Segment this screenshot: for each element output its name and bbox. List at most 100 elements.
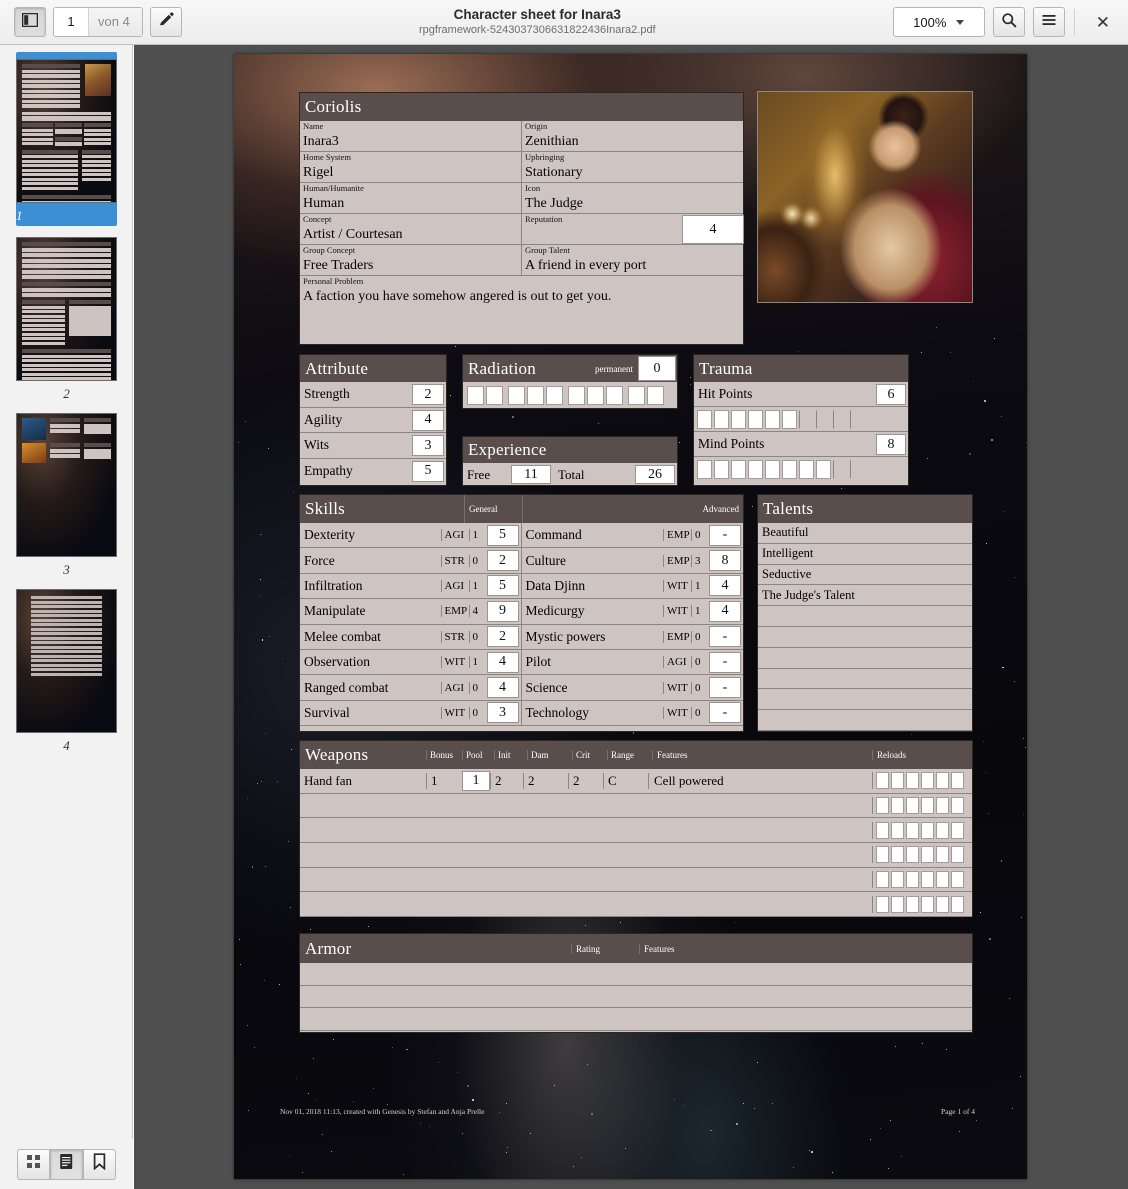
weapon-pool[interactable] (462, 820, 490, 840)
weapon-crit[interactable]: 2 (568, 773, 603, 789)
skill-pool[interactable]: - (709, 525, 741, 546)
reload-checkbox[interactable] (906, 871, 919, 888)
thumbnail-page-1[interactable]: 1 (0, 52, 132, 226)
radiation-track[interactable] (463, 382, 677, 405)
field-value[interactable]: Human (300, 194, 521, 213)
field-value[interactable]: A friend in every port (522, 256, 743, 275)
reload-checkbox[interactable] (906, 846, 919, 863)
weapon-dam[interactable]: 2 (523, 773, 568, 789)
hit-point-checkbox[interactable] (731, 410, 746, 429)
skill-pool[interactable]: 4 (487, 677, 519, 698)
weapon-reloads[interactable] (872, 772, 972, 789)
radiation-checkbox[interactable] (606, 386, 623, 405)
field-value[interactable]: Rigel (300, 163, 521, 182)
radiation-checkbox[interactable] (647, 386, 664, 405)
talent-row[interactable] (758, 627, 972, 648)
reload-checkbox[interactable] (921, 896, 934, 913)
mind-point-checkbox[interactable] (833, 460, 848, 479)
skill-pool[interactable]: 5 (487, 575, 519, 596)
thumbnail-page-2[interactable]: 2 (0, 237, 132, 402)
radiation-checkbox[interactable] (568, 386, 585, 405)
skill-pool[interactable]: - (709, 626, 741, 647)
armor-row[interactable] (300, 1008, 972, 1031)
mind-points-track[interactable] (694, 457, 908, 482)
reload-checkbox[interactable] (876, 896, 889, 913)
skill-pool[interactable]: 4 (709, 575, 741, 596)
talent-row[interactable]: Seductive (758, 565, 972, 586)
reload-checkbox[interactable] (891, 871, 904, 888)
reload-checkbox[interactable] (906, 797, 919, 814)
zoom-select[interactable]: 100% (893, 7, 985, 37)
mind-point-checkbox[interactable] (748, 460, 763, 479)
skill-pool[interactable]: - (709, 677, 741, 698)
mind-points-value[interactable]: 8 (876, 434, 906, 455)
field-value[interactable]: Stationary (522, 163, 743, 182)
attribute-value[interactable]: 5 (412, 461, 444, 482)
reload-checkbox[interactable] (906, 896, 919, 913)
talent-row[interactable]: Beautiful (758, 523, 972, 544)
reload-checkbox[interactable] (921, 797, 934, 814)
reload-checkbox[interactable] (876, 871, 889, 888)
hit-point-checkbox[interactable] (850, 410, 865, 429)
armor-rows[interactable] (300, 963, 972, 1031)
hit-point-checkbox[interactable] (714, 410, 729, 429)
mind-point-checkbox[interactable] (850, 460, 865, 479)
weapon-pool[interactable] (462, 845, 490, 865)
weapon-range[interactable]: C (603, 773, 648, 789)
radiation-checkbox[interactable] (587, 386, 604, 405)
hit-points-track[interactable] (694, 407, 908, 432)
radiation-checkbox[interactable] (467, 386, 484, 405)
hit-point-checkbox[interactable] (782, 410, 797, 429)
talent-row[interactable]: Intelligent (758, 544, 972, 565)
reload-checkbox[interactable] (891, 896, 904, 913)
skill-pool[interactable]: 8 (709, 550, 741, 571)
reload-checkbox[interactable] (891, 797, 904, 814)
radiation-checkbox[interactable] (546, 386, 563, 405)
weapon-name[interactable]: Hand fan (300, 773, 426, 789)
weapon-reloads[interactable] (872, 871, 972, 888)
field-value[interactable]: Free Traders (300, 256, 521, 275)
armor-row[interactable] (300, 986, 972, 1009)
talent-row[interactable] (758, 669, 972, 690)
mind-point-checkbox[interactable] (731, 460, 746, 479)
hit-point-checkbox[interactable] (765, 410, 780, 429)
reload-checkbox[interactable] (951, 797, 964, 814)
reload-checkbox[interactable] (951, 822, 964, 839)
thumbnails-view-button[interactable] (17, 1149, 50, 1180)
field-value[interactable]: Artist / Courtesan (300, 225, 521, 244)
reload-checkbox[interactable] (936, 797, 949, 814)
reload-checkbox[interactable] (951, 896, 964, 913)
radiation-permanent-value[interactable]: 0 (638, 356, 676, 381)
skill-pool[interactable]: - (709, 702, 741, 723)
skill-pool[interactable]: 2 (487, 626, 519, 647)
radiation-checkbox[interactable] (628, 386, 645, 405)
bookmarks-view-button[interactable] (83, 1149, 116, 1180)
reputation-input[interactable]: 4 (682, 215, 744, 244)
reload-checkbox[interactable] (891, 846, 904, 863)
reload-checkbox[interactable] (951, 871, 964, 888)
skill-pool[interactable]: 3 (487, 702, 519, 723)
hit-point-checkbox[interactable] (833, 410, 848, 429)
mind-point-checkbox[interactable] (816, 460, 831, 479)
reload-checkbox[interactable] (906, 772, 919, 789)
weapon-bonus[interactable]: 1 (426, 773, 462, 789)
reload-checkbox[interactable] (936, 772, 949, 789)
reload-checkbox[interactable] (936, 822, 949, 839)
talent-row[interactable] (758, 648, 972, 669)
thumbnail-page-4[interactable]: 4 (0, 589, 132, 754)
hit-point-checkbox[interactable] (816, 410, 831, 429)
field-value[interactable]: A faction you have somehow angered is ou… (300, 287, 743, 306)
reload-checkbox[interactable] (876, 772, 889, 789)
talents-list[interactable]: BeautifulIntelligentSeductiveThe Judge's… (758, 523, 972, 731)
pdf-viewer-area[interactable]: Coriolis Name Inara3 Origin Zenithian Ho… (134, 45, 1128, 1189)
reload-checkbox[interactable] (951, 846, 964, 863)
attribute-value[interactable]: 3 (412, 435, 444, 456)
weapon-init[interactable]: 2 (490, 773, 523, 789)
weapon-pool[interactable] (462, 796, 490, 816)
reload-checkbox[interactable] (906, 822, 919, 839)
mind-point-checkbox[interactable] (782, 460, 797, 479)
field-value[interactable]: Zenithian (522, 132, 743, 151)
thumbnail-page-3[interactable]: 3 (0, 413, 132, 578)
mind-point-checkbox[interactable] (697, 460, 712, 479)
field-value[interactable]: The Judge (522, 194, 743, 213)
